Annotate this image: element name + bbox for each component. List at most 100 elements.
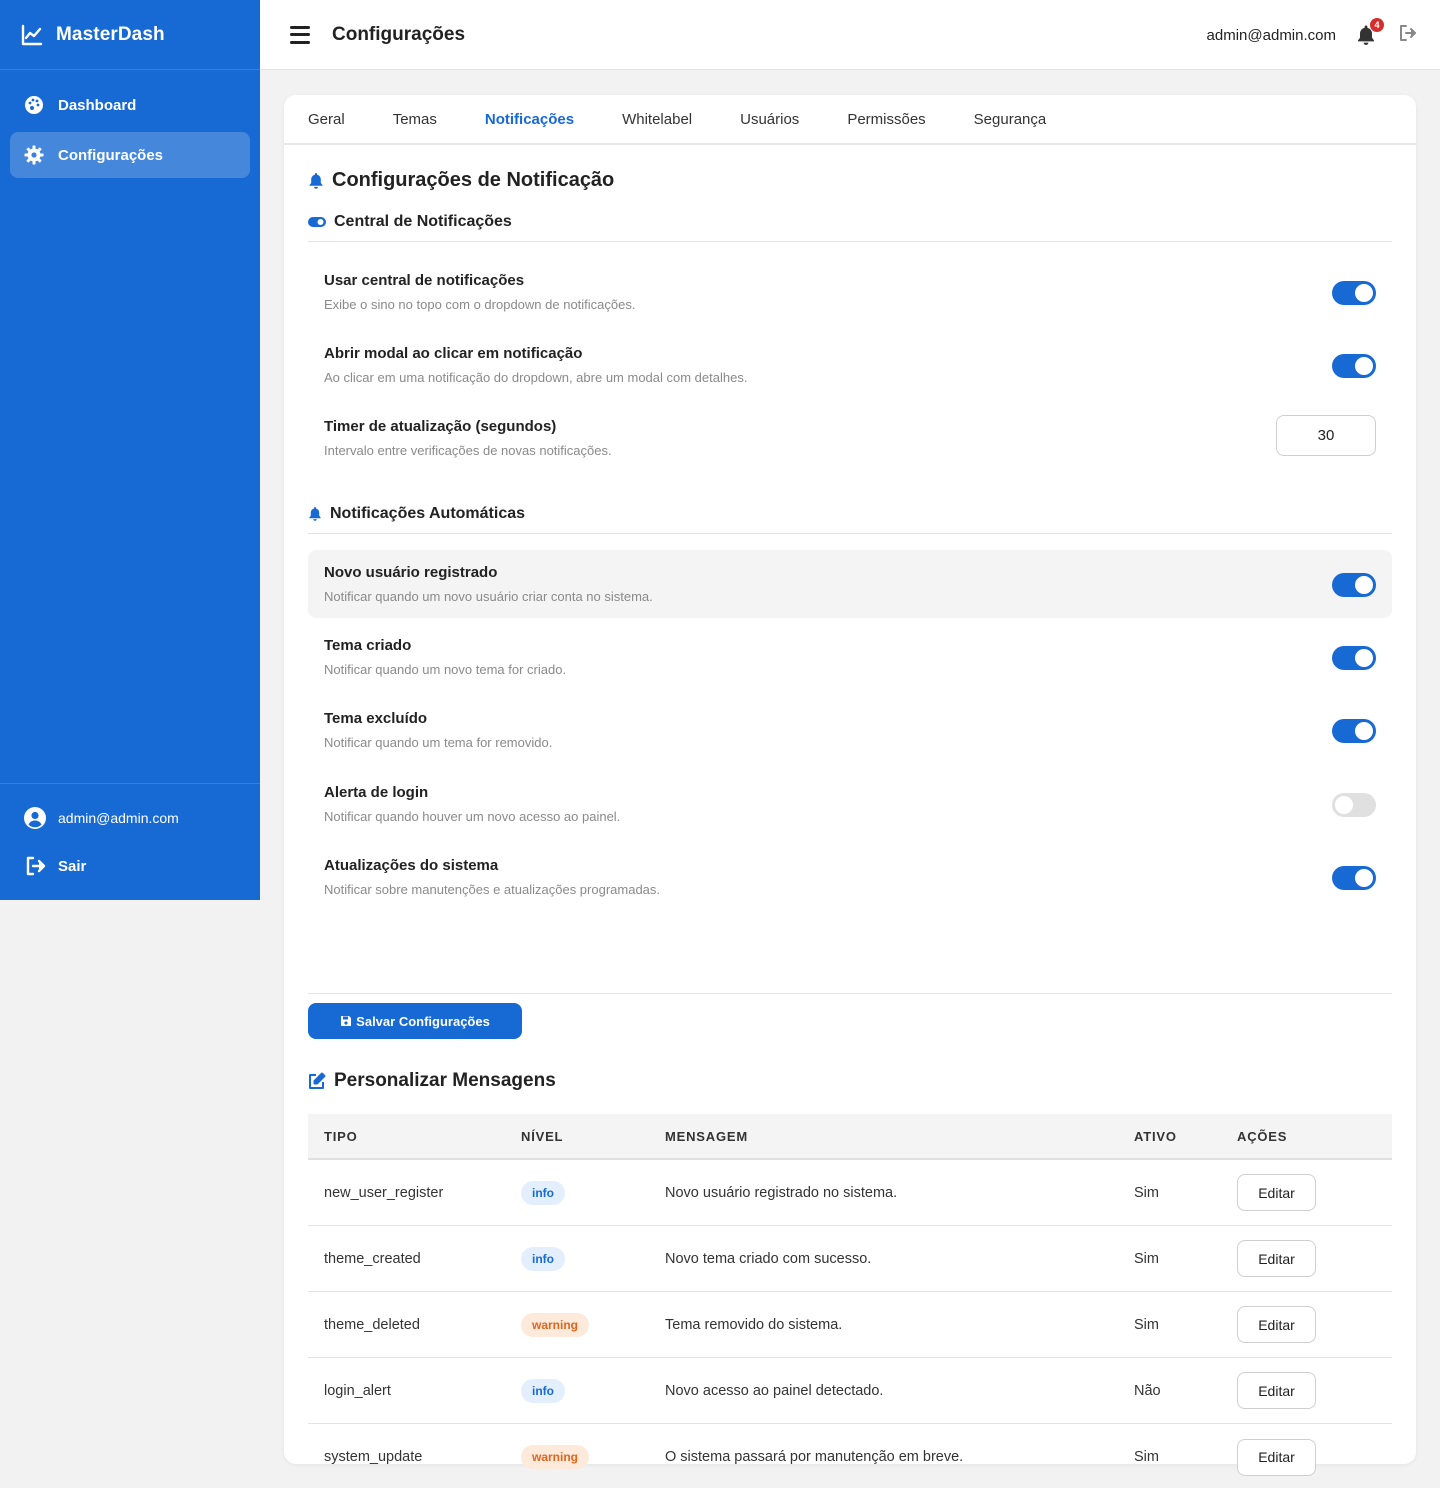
level-badge: warning <box>521 1312 590 1337</box>
customize-messages-title-text: Personalizar Mensagens <box>334 1070 556 1091</box>
central-section-title-text: Central de Notificações <box>334 213 512 230</box>
sidebar-item-label: Configurações <box>58 146 164 164</box>
topbar-user-email[interactable]: admin@admin.com <box>1207 27 1336 44</box>
table-row: theme_created info Novo tema criado com … <box>308 1226 1392 1292</box>
sign-out-icon <box>26 856 46 876</box>
edit-button[interactable]: Editar <box>1237 1372 1316 1409</box>
setting-label: Tema excluído <box>324 710 428 727</box>
user-circle-icon <box>24 807 46 829</box>
sidebar-item-label: Dashboard <box>58 96 137 114</box>
topbar-logout-button[interactable] <box>1398 24 1418 47</box>
table-header: TIPO NÍVEL MENSAGEM ATIVO AÇÕES <box>308 1114 1392 1160</box>
setting-row-use-central: Usar central de notificações Exibe o sin… <box>308 258 1392 326</box>
notifications-button[interactable]: 4 <box>1356 18 1384 46</box>
table-row: login_alert info Novo acesso ao painel d… <box>308 1358 1392 1424</box>
setting-row-system-updates: Atualizações do sistema Notificar sobre … <box>308 843 1392 911</box>
setting-row-new-user: Novo usuário registrado Notificar quando… <box>308 550 1392 618</box>
level-badge: info <box>521 1246 565 1271</box>
tab-seguranca[interactable]: Segurança <box>974 94 1047 144</box>
tab-whitelabel[interactable]: Whitelabel <box>622 94 692 144</box>
cell-mensagem: Novo acesso ao painel detectado. <box>665 1382 884 1399</box>
cell-mensagem: Novo usuário registrado no sistema. <box>665 1184 898 1201</box>
settings-tabs: Geral Temas Notificações Whitelabel Usuá… <box>284 95 1416 145</box>
setting-desc: Notificar quando houver um novo acesso a… <box>324 809 621 824</box>
tab-permissoes[interactable]: Permissões <box>847 94 925 144</box>
setting-desc: Notificar quando um novo tema for criado… <box>324 662 567 677</box>
timer-seconds-input[interactable] <box>1276 415 1376 456</box>
bell-icon <box>309 172 323 189</box>
toggle-use-central[interactable] <box>1332 281 1376 305</box>
setting-row-timer: Timer de atualização (segundos) Interval… <box>308 404 1392 472</box>
cell-ativo: Sim <box>1134 1250 1159 1267</box>
bell-icon <box>309 507 321 521</box>
setting-label: Usar central de notificações <box>324 272 525 289</box>
toggle-theme-created[interactable] <box>1332 646 1376 670</box>
cell-ativo: Não <box>1134 1382 1161 1399</box>
column-header-tipo: TIPO <box>324 1128 358 1144</box>
save-icon <box>341 1016 352 1026</box>
edit-button[interactable]: Editar <box>1237 1438 1316 1476</box>
sidebar-user[interactable]: admin@admin.com <box>0 794 260 842</box>
brand-name: MasterDash <box>56 23 165 45</box>
palette-icon <box>25 96 43 114</box>
level-badge: info <box>521 1378 565 1403</box>
logout-label: Sair <box>58 857 87 875</box>
setting-desc: Exibe o sino no topo com o dropdown de n… <box>324 297 636 312</box>
setting-label: Timer de atualização (segundos) <box>324 418 557 435</box>
cell-ativo: Sim <box>1134 1184 1159 1201</box>
setting-row-login-alert: Alerta de login Notificar quando houver … <box>308 770 1392 838</box>
toggle-new-user[interactable] <box>1332 573 1376 597</box>
divider <box>308 993 1392 994</box>
table-row: new_user_register info Novo usuário regi… <box>308 1160 1392 1226</box>
toggle-open-modal[interactable] <box>1332 354 1376 378</box>
setting-row-theme-deleted: Tema excluído Notificar quando um tema f… <box>308 696 1392 764</box>
cell-tipo: system_update <box>324 1449 423 1465</box>
level-badge: info <box>521 1180 565 1205</box>
tab-usuarios[interactable]: Usuários <box>740 94 799 144</box>
sidebar-nav: Dashboard Configurações <box>0 70 260 194</box>
chart-line-icon <box>21 24 43 45</box>
sidebar-item-dashboard[interactable]: Dashboard <box>10 82 250 128</box>
toggle-theme-deleted[interactable] <box>1332 719 1376 743</box>
setting-row-theme-created: Tema criado Notificar quando um novo tem… <box>308 623 1392 691</box>
setting-desc: Notificar quando um tema for removido. <box>324 735 553 750</box>
tab-temas[interactable]: Temas <box>393 94 437 144</box>
cell-tipo: new_user_register <box>324 1184 444 1201</box>
gear-icon <box>24 145 44 165</box>
save-settings-button[interactable]: Salvar Configurações <box>308 1003 522 1039</box>
edit-button[interactable]: Editar <box>1237 1240 1316 1277</box>
column-header-nivel: NÍVEL <box>521 1128 564 1144</box>
notification-count-badge: 4 <box>1370 18 1384 32</box>
setting-desc: Intervalo entre verificações de novas no… <box>324 443 612 458</box>
settings-card: Geral Temas Notificações Whitelabel Usuá… <box>284 95 1416 1476</box>
page-title: Configurações <box>332 23 466 45</box>
column-header-acoes: AÇÕES <box>1237 1128 1288 1144</box>
brand[interactable]: MasterDash <box>0 0 260 70</box>
table-row: theme_deleted warning Tema removido do s… <box>308 1292 1392 1358</box>
tab-geral[interactable]: Geral <box>308 94 345 144</box>
cell-tipo: login_alert <box>324 1382 391 1399</box>
sidebar-item-configuracoes[interactable]: Configurações <box>10 132 250 178</box>
sidebar-user-email: admin@admin.com <box>58 810 179 826</box>
setting-label: Abrir modal ao clicar em notificação <box>324 345 583 362</box>
setting-label: Tema criado <box>324 637 412 654</box>
edit-button[interactable]: Editar <box>1237 1306 1316 1343</box>
app-root: MasterDash Dashboard Configurações admin… <box>0 0 1440 1488</box>
sidebar-footer: admin@admin.com Sair <box>0 783 260 890</box>
notification-settings-title: Configurações de Notificação <box>308 169 614 192</box>
messages-table: TIPO NÍVEL MENSAGEM ATIVO AÇÕES new_user… <box>308 1114 1392 1488</box>
column-header-ativo: ATIVO <box>1134 1128 1177 1144</box>
toggle-system-updates[interactable] <box>1332 866 1376 890</box>
setting-desc: Notificar quando um novo usuário criar c… <box>324 589 653 604</box>
tab-notificacoes[interactable]: Notificações <box>485 94 574 144</box>
topbar: Configurações admin@admin.com 4 <box>260 0 1440 70</box>
sidebar-logout[interactable]: Sair <box>0 842 260 890</box>
toggle-login-alert[interactable] <box>1332 793 1376 817</box>
cell-mensagem: O sistema passará por manutenção em brev… <box>665 1449 964 1465</box>
notification-settings-title-text: Configurações de Notificação <box>332 169 615 191</box>
edit-button[interactable]: Editar <box>1237 1174 1316 1211</box>
setting-label: Atualizações do sistema <box>324 857 499 874</box>
auto-section-title-text: Notificações Automáticas <box>330 505 526 522</box>
menu-toggle-button[interactable] <box>290 25 310 44</box>
setting-desc: Ao clicar em uma notificação do dropdown… <box>324 370 748 385</box>
